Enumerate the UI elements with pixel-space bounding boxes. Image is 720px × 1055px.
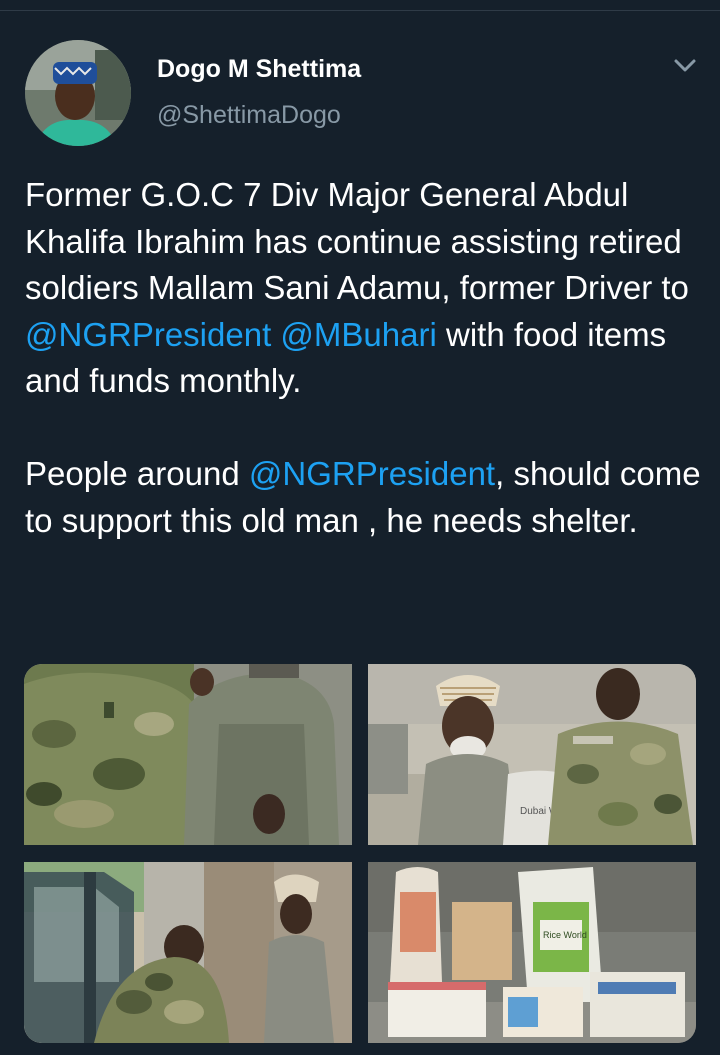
top-divider (0, 10, 720, 11)
tweet-paragraph-1: Former G.O.C 7 Div Major General Abdul K… (25, 172, 705, 405)
photo-soldier-at-car[interactable] (24, 862, 352, 1043)
display-name[interactable]: Dogo M Shettima (157, 54, 361, 84)
photo-old-man-with-soldier[interactable]: Dubai World (368, 664, 696, 845)
mention-link[interactable]: @MBuhari (280, 316, 436, 353)
tweet-card: Dogo M Shettima @ShettimaDogo Former G.O… (0, 0, 720, 1055)
photo-food-items[interactable]: Rice World (368, 862, 696, 1043)
tweet-text: Former G.O.C 7 Div Major General Abdul K… (25, 172, 705, 544)
photo-soldier-and-old-man[interactable] (24, 664, 352, 845)
mention-link[interactable]: @NGRPresident (25, 316, 271, 353)
chevron-down-icon[interactable] (668, 52, 702, 80)
user-handle[interactable]: @ShettimaDogo (157, 100, 341, 130)
media-grid: Dubai World Rice World (24, 664, 696, 1043)
text-segment: Former G.O.C 7 Div Major General Abdul K… (25, 176, 689, 306)
text-segment: People around (25, 455, 249, 492)
avatar[interactable] (25, 40, 131, 146)
mention-link[interactable]: @NGRPresident (249, 455, 495, 492)
tweet-paragraph-2: People around @NGRPresident, should come… (25, 451, 705, 544)
sack-label: Rice World (543, 930, 587, 940)
